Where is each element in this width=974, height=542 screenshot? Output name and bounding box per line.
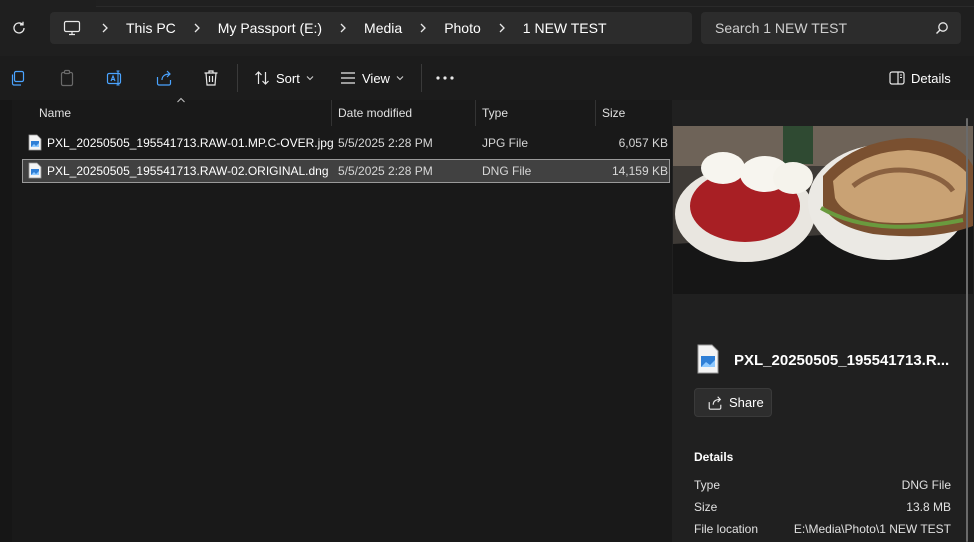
column-header-name[interactable]: Name — [39, 100, 71, 126]
sort-button[interactable]: Sort — [254, 56, 314, 100]
property-key: Type — [694, 478, 721, 492]
command-bar: Sort View Details — [0, 56, 974, 101]
chevron-right-icon[interactable] — [92, 22, 118, 34]
property-value: 13.8 MB — [906, 500, 951, 514]
chevron-right-icon[interactable] — [330, 22, 356, 34]
more-options-button[interactable] — [436, 56, 454, 100]
file-type: DNG File — [482, 164, 532, 178]
file-name: PXL_20250505_195541713.RAW-01.MP.C-OVER.… — [47, 136, 334, 150]
share-label: Share — [729, 395, 764, 410]
details-pane: PXL_20250505_195541713.R... Share Detail… — [672, 100, 974, 542]
sort-icon — [255, 71, 269, 85]
column-divider[interactable] — [331, 100, 332, 126]
share-button[interactable] — [155, 56, 173, 100]
breadcrumb: This PC My Passport (E:) Media Photo 1 N… — [50, 12, 692, 44]
details-label: Details — [911, 70, 951, 86]
chevron-right-icon[interactable] — [184, 22, 210, 34]
file-size: 14,159 KB — [611, 164, 668, 178]
search-box[interactable]: Search 1 NEW TEST — [701, 12, 961, 44]
image-file-icon — [28, 134, 42, 151]
property-value: E:\Media\Photo\1 NEW TEST — [793, 522, 951, 536]
property-value: DNG File — [901, 478, 951, 492]
refresh-button[interactable] — [8, 17, 30, 39]
refresh-icon — [13, 21, 25, 34]
breadcrumb-this-pc[interactable]: This PC — [118, 20, 184, 36]
table-row-selected[interactable]: PXL_20250505_195541713.RAW-02.ORIGINAL.d… — [22, 159, 670, 183]
column-header-size[interactable]: Size — [602, 100, 625, 126]
chevron-right-icon[interactable] — [489, 22, 515, 34]
file-name: PXL_20250505_195541713.RAW-02.ORIGINAL.d… — [47, 164, 329, 178]
copy-icon — [11, 70, 25, 86]
column-header-date[interactable]: Date modified — [338, 100, 412, 126]
address-bar-row: This PC My Passport (E:) Media Photo 1 N… — [0, 0, 974, 56]
computer-icon — [63, 20, 81, 36]
paste-button[interactable] — [58, 56, 76, 100]
breadcrumb-media[interactable]: Media — [356, 20, 410, 36]
chevron-down-icon — [306, 76, 314, 81]
file-date: 5/5/2025 2:28 PM — [338, 136, 433, 150]
details-file-name: PXL_20250505_195541713.R... — [734, 352, 950, 369]
search-icon — [936, 22, 948, 34]
breadcrumb-1-new-test[interactable]: 1 NEW TEST — [515, 20, 615, 36]
rename-button[interactable] — [106, 56, 124, 100]
column-divider[interactable] — [595, 100, 596, 126]
view-label: View — [362, 70, 390, 86]
sort-ascending-icon — [177, 97, 185, 103]
breadcrumb-computer[interactable] — [52, 20, 92, 36]
new-window-button[interactable] — [9, 56, 27, 100]
details-scrollbar[interactable] — [966, 118, 968, 542]
search-input[interactable]: Search 1 NEW TEST — [715, 20, 847, 36]
breadcrumb-photo[interactable]: Photo — [436, 20, 489, 36]
share-icon — [156, 70, 172, 86]
file-date: 5/5/2025 2:28 PM — [338, 164, 433, 178]
chevron-down-icon — [396, 76, 404, 81]
details-pane-icon — [889, 71, 905, 85]
table-row[interactable]: PXL_20250505_195541713.RAW-01.MP.C-OVER.… — [22, 131, 670, 155]
column-divider[interactable] — [475, 100, 476, 126]
rename-icon — [106, 70, 122, 86]
view-list-icon — [341, 72, 355, 84]
image-file-icon — [697, 344, 719, 374]
property-key: Size — [694, 500, 718, 514]
file-type: JPG File — [482, 136, 529, 150]
column-header-type[interactable]: Type — [482, 100, 508, 126]
more-icon — [436, 76, 454, 80]
image-preview — [673, 126, 973, 294]
delete-button[interactable] — [203, 56, 219, 100]
view-button[interactable]: View — [340, 56, 404, 100]
file-list: Name Date modified Type Size PXL_2025050… — [0, 97, 672, 542]
share-icon — [708, 395, 722, 410]
details-section-title: Details — [694, 450, 734, 464]
toolbar-divider — [237, 64, 238, 92]
chevron-right-icon[interactable] — [410, 22, 436, 34]
paste-icon — [60, 69, 74, 87]
details-share-button[interactable]: Share — [694, 388, 772, 417]
breadcrumb-my-passport[interactable]: My Passport (E:) — [210, 20, 330, 36]
trash-icon — [204, 70, 218, 86]
details-pane-button[interactable]: Details — [889, 56, 951, 100]
image-file-icon — [28, 162, 42, 179]
sort-label: Sort — [276, 70, 300, 86]
navigation-pane-edge — [0, 100, 12, 542]
property-key: File location — [694, 522, 759, 536]
file-size: 6,057 KB — [618, 136, 668, 150]
toolbar-divider — [421, 64, 422, 92]
title-strip — [96, 0, 974, 7]
photo-preview-image — [673, 126, 973, 294]
